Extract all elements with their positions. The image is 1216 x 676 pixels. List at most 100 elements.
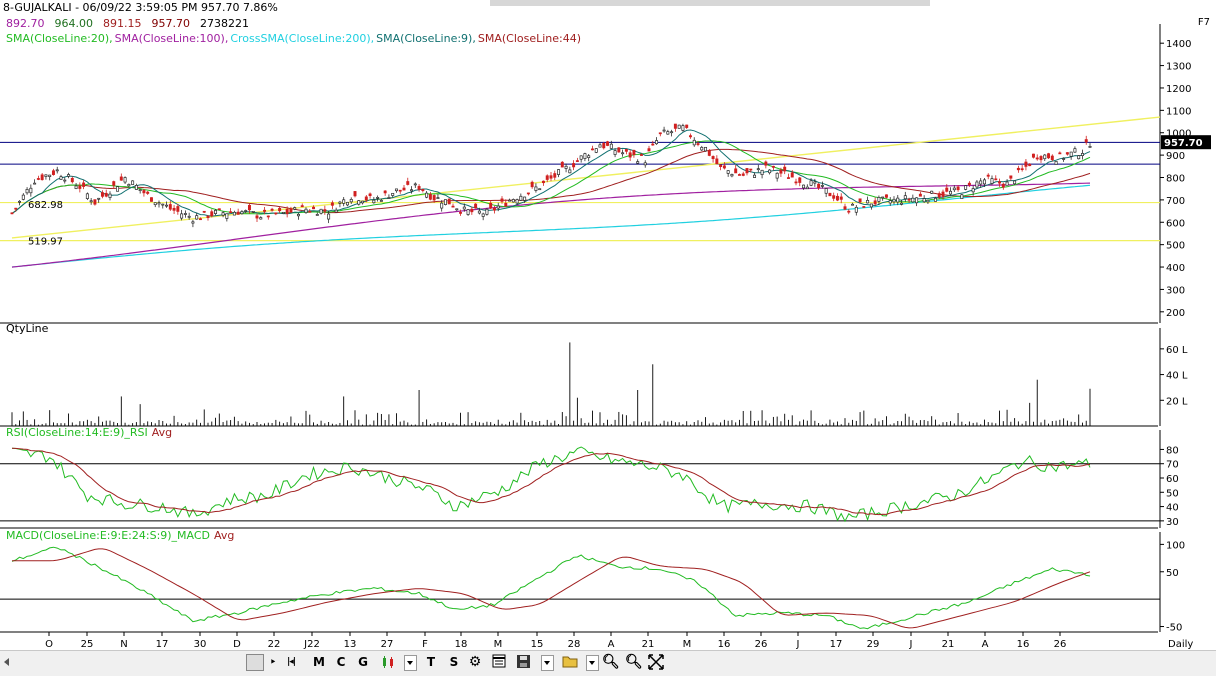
candle-body bbox=[941, 191, 945, 197]
candle-body bbox=[225, 213, 229, 219]
candle-body bbox=[900, 202, 904, 205]
chart-type-dropdown[interactable] bbox=[404, 655, 417, 671]
candle-body bbox=[692, 139, 696, 146]
candle-body bbox=[594, 148, 598, 153]
candle-body bbox=[36, 178, 40, 180]
candle-body bbox=[236, 211, 240, 215]
candle-body bbox=[843, 206, 847, 210]
candle-body bbox=[779, 169, 783, 174]
toolbar-c-button[interactable]: C bbox=[334, 654, 348, 671]
rsi-axis-label: 50 bbox=[1166, 488, 1179, 499]
rsi-avg-line bbox=[11, 447, 1091, 516]
candle-body bbox=[835, 195, 839, 201]
candle-body bbox=[278, 207, 282, 212]
candle-body bbox=[523, 196, 527, 201]
candle-body bbox=[572, 163, 576, 168]
toolbar-s-button[interactable]: S bbox=[447, 654, 461, 671]
candle-body bbox=[643, 162, 647, 166]
candle-body bbox=[1031, 153, 1035, 158]
candle-body bbox=[1005, 181, 1009, 186]
candle-body bbox=[100, 192, 104, 197]
price-axis-label: 1100 bbox=[1166, 106, 1191, 117]
select-box-icon[interactable] bbox=[246, 654, 264, 671]
gear-icon[interactable]: ⚙ bbox=[468, 654, 482, 671]
candle-body bbox=[270, 208, 274, 211]
candle-body bbox=[421, 188, 425, 191]
candle-body bbox=[1039, 156, 1043, 161]
open-folder-icon[interactable] bbox=[562, 654, 579, 671]
volume-panel: 60 L 40 L 20 L bbox=[11, 342, 1188, 426]
candles-icon[interactable] bbox=[380, 654, 396, 671]
candle-body bbox=[828, 192, 832, 197]
candle-body bbox=[112, 181, 116, 186]
candle-body bbox=[858, 198, 862, 203]
candle-body bbox=[244, 210, 248, 212]
x-axis-unit: Daily bbox=[1168, 639, 1193, 650]
x-axis-label: 26 bbox=[755, 639, 768, 650]
candle-body bbox=[798, 177, 802, 183]
candle-body bbox=[1035, 157, 1039, 160]
open-dropdown[interactable] bbox=[586, 655, 599, 671]
candle-body bbox=[315, 214, 319, 216]
price-axis-label: 1200 bbox=[1166, 84, 1191, 95]
candle-body bbox=[756, 168, 760, 171]
candle-body bbox=[662, 129, 666, 132]
candle-body bbox=[609, 143, 613, 149]
candle-body bbox=[896, 197, 900, 203]
chart-canvas[interactable]: 1400130012001100100090080070060050040030… bbox=[0, 0, 1216, 650]
candle-body bbox=[715, 158, 719, 165]
x-axis-label: N bbox=[120, 639, 127, 650]
price-axis-label: 400 bbox=[1166, 263, 1185, 274]
candle-body bbox=[994, 178, 998, 181]
candle-body bbox=[398, 189, 402, 192]
x-axis-label: A bbox=[608, 639, 615, 650]
rsi-axis-label: 80 bbox=[1166, 445, 1179, 456]
toolbar-t-button[interactable]: T bbox=[424, 654, 438, 671]
price-axis-label: 1300 bbox=[1166, 62, 1191, 73]
candle-body bbox=[734, 168, 738, 174]
candle-body bbox=[210, 211, 214, 217]
candle-body bbox=[704, 146, 708, 152]
candle-body bbox=[470, 208, 474, 213]
candle-body bbox=[869, 203, 873, 208]
bars-icon[interactable]: |◂| bbox=[284, 654, 298, 671]
candle-body bbox=[515, 199, 519, 204]
toolbar-g-button[interactable]: G bbox=[356, 654, 370, 671]
fit-screen-icon[interactable] bbox=[648, 654, 664, 671]
candle-body bbox=[1028, 163, 1032, 167]
scroll-left-icon[interactable] bbox=[4, 658, 9, 666]
macd-axis-label: 100 bbox=[1166, 540, 1185, 551]
candle-body bbox=[361, 200, 365, 204]
candle-body bbox=[78, 185, 82, 189]
candle-body bbox=[334, 209, 338, 213]
candle-body bbox=[425, 192, 429, 198]
save-dropdown[interactable] bbox=[541, 655, 554, 671]
trendline bbox=[11, 116, 1161, 239]
save-icon[interactable] bbox=[516, 654, 531, 671]
zoom-in-icon[interactable]: 🔍︎ bbox=[602, 654, 620, 671]
candle-body bbox=[183, 213, 187, 215]
price-axis-label: 300 bbox=[1166, 285, 1185, 296]
candle-body bbox=[839, 196, 843, 200]
candle-body bbox=[519, 195, 523, 201]
toolbar-m-button[interactable]: M bbox=[312, 654, 326, 671]
candle-body bbox=[500, 198, 504, 202]
candle-body bbox=[508, 199, 512, 202]
zoom-out-icon[interactable]: 🔍︎ bbox=[625, 654, 643, 671]
candle-body bbox=[18, 200, 22, 203]
candle-body bbox=[10, 212, 14, 215]
arrow-right-icon[interactable]: ‣ bbox=[266, 654, 280, 671]
candle-body bbox=[240, 211, 244, 215]
x-axis-label: 27 bbox=[381, 639, 394, 650]
candle-body bbox=[764, 161, 768, 166]
candle-body bbox=[915, 197, 919, 204]
candle-body bbox=[116, 186, 120, 192]
candle-body bbox=[866, 200, 870, 204]
candle-body bbox=[432, 195, 436, 201]
macd-axis-label: 50 bbox=[1166, 568, 1179, 579]
candle-body bbox=[1047, 153, 1051, 159]
candle-body bbox=[1069, 151, 1073, 157]
candle-body bbox=[590, 148, 594, 151]
candle-body bbox=[127, 184, 131, 187]
table-icon[interactable] bbox=[492, 654, 506, 671]
